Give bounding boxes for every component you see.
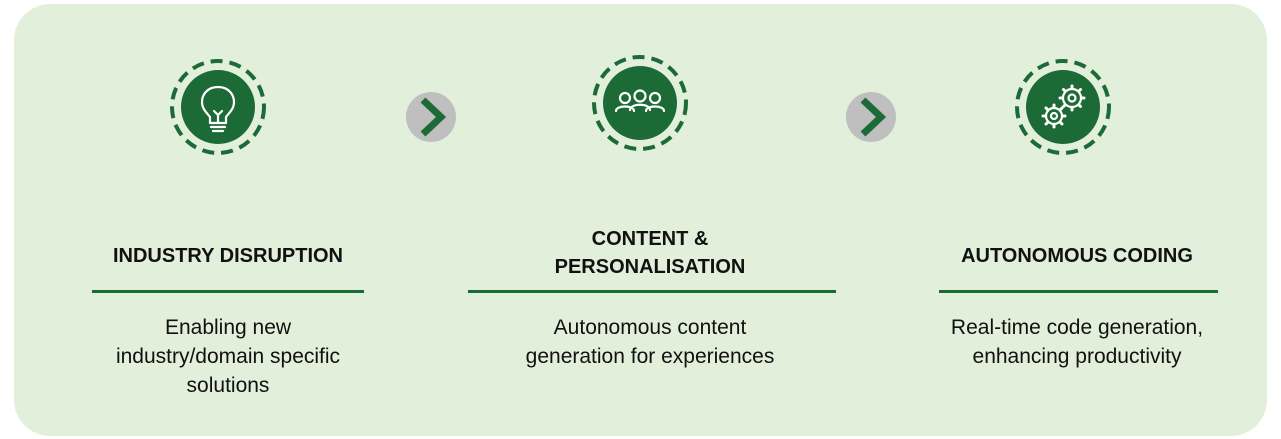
step-description: Enabling new industry/domain specific so… (14, 313, 442, 400)
step-description: Autonomous content generation for experi… (450, 313, 850, 371)
step-title-line: AUTONOMOUS CODING (961, 245, 1193, 267)
process-panel: INDUSTRY DISRUPTION Enabling new industr… (14, 4, 1267, 436)
chevron-right-icon (846, 92, 896, 142)
step-description-line: industry/domain specific (115, 345, 341, 368)
step-title: AUTONOMOUS CODING (912, 242, 1242, 270)
step-title-line: PERSONALISATION (554, 256, 746, 278)
step-description-line: Real-time code generation, (950, 316, 1204, 339)
gears-icon (1014, 41, 1112, 173)
step-description-line: Autonomous content (553, 316, 747, 339)
step-description-line: enhancing productivity (972, 345, 1182, 368)
step-title-line: CONTENT & (591, 228, 709, 250)
step-autonomous-coding: AUTONOMOUS CODING Real-time code generat… (912, 4, 1242, 436)
lightbulb-icon (169, 41, 267, 173)
title-divider (468, 290, 836, 293)
people-group-icon (591, 37, 689, 169)
step-title-line: INDUSTRY DISRUPTION (112, 245, 344, 267)
step-title: INDUSTRY DISRUPTION (14, 242, 442, 270)
step-content-personalisation: CONTENT & PERSONALISATION Autonomous con… (450, 4, 850, 436)
step-industry-disruption: INDUSTRY DISRUPTION Enabling new industr… (14, 4, 442, 436)
step-title: CONTENT & PERSONALISATION (450, 225, 850, 281)
step-description: Real-time code generation, enhancing pro… (912, 313, 1242, 371)
step-description-line: generation for experiences (525, 345, 775, 368)
title-divider (92, 290, 364, 293)
step-description-line: Enabling new (164, 316, 292, 339)
step-description-line: solutions (186, 374, 270, 397)
chevron-right-icon (406, 92, 456, 142)
title-divider (939, 290, 1218, 293)
